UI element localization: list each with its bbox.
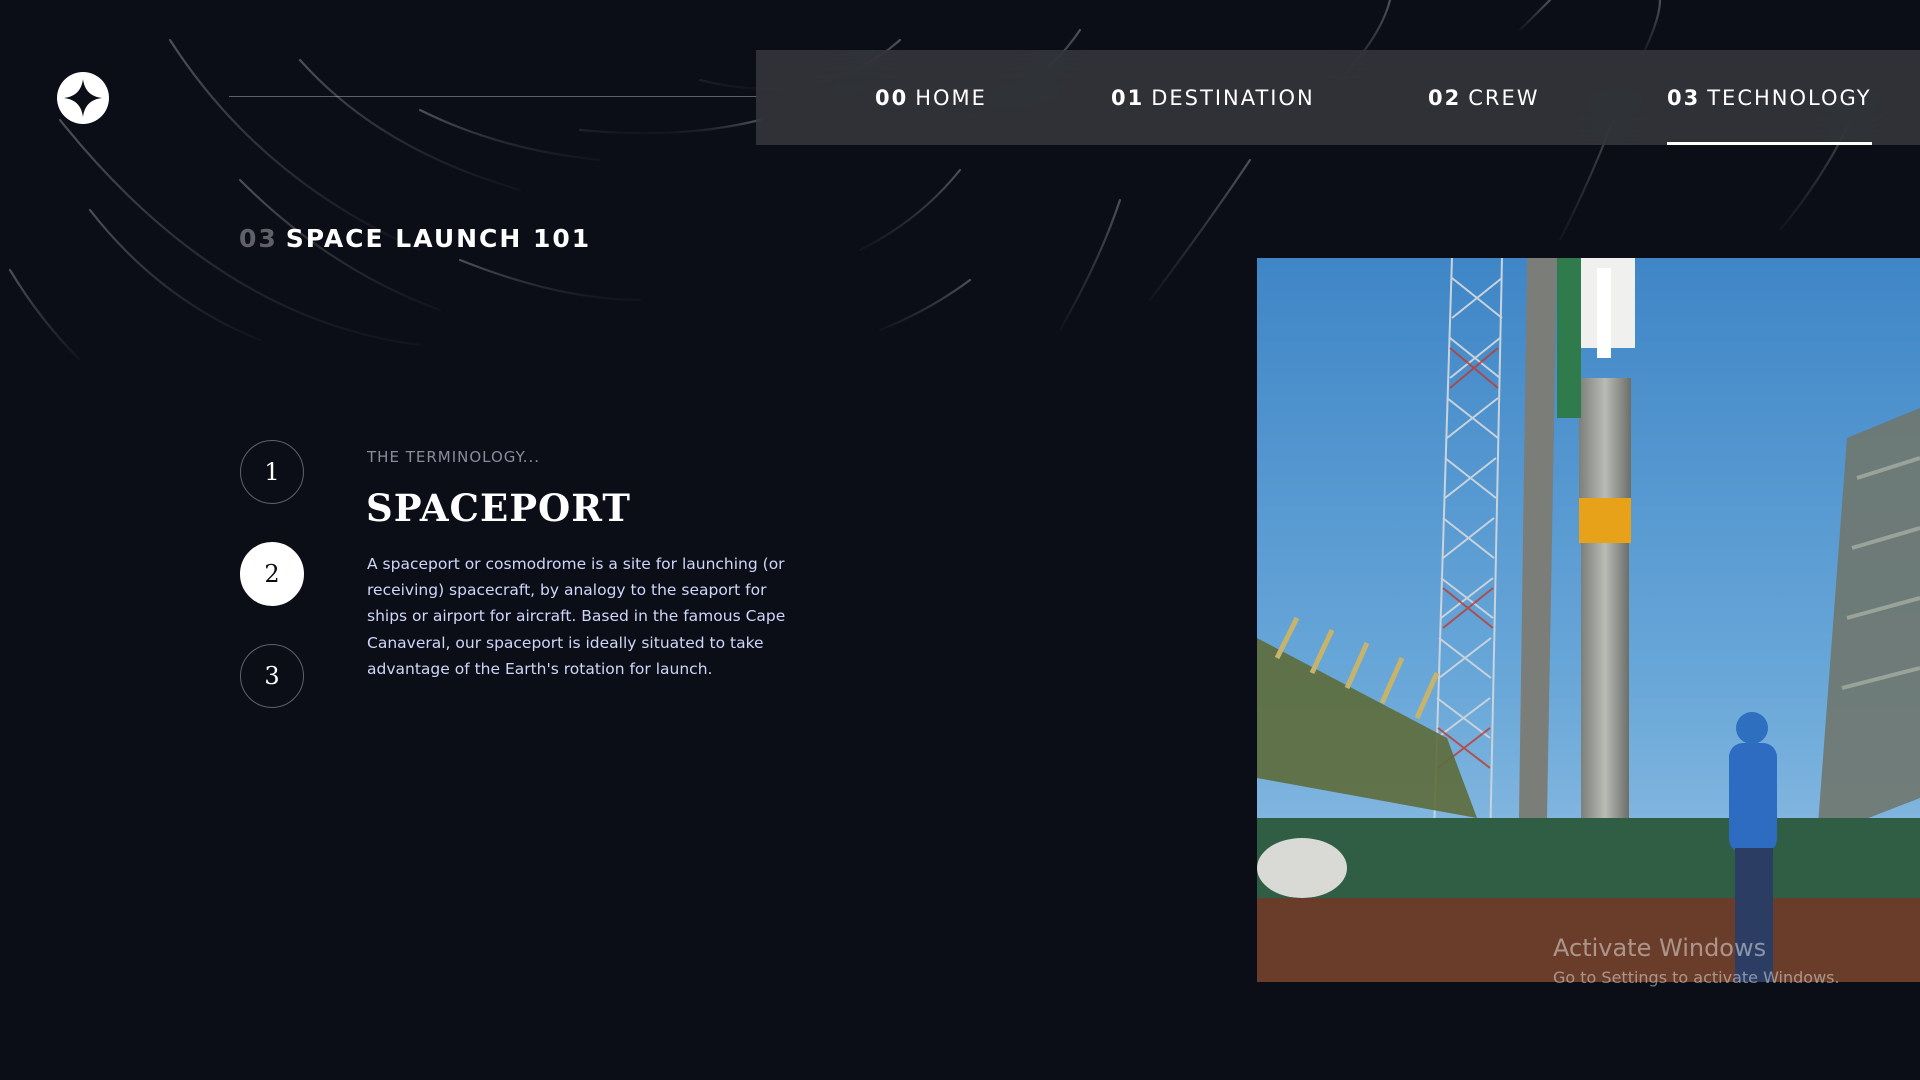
nav-item-number: 00 bbox=[875, 85, 909, 110]
nav-item-label: DESTINATION bbox=[1151, 85, 1315, 110]
nav-item-number: 01 bbox=[1111, 85, 1145, 110]
page-title-label: SPACE LAUNCH 101 bbox=[285, 224, 592, 253]
nav-item-crew[interactable]: 02 CREW bbox=[1428, 50, 1540, 145]
terminology-eyebrow: THE TERMINOLOGY... bbox=[367, 448, 541, 466]
nav-item-number: 02 bbox=[1428, 85, 1462, 110]
windows-activation-watermark: Activate Windows Go to Settings to activ… bbox=[1553, 934, 1840, 987]
nav-item-label: CREW bbox=[1468, 85, 1540, 110]
page-title: 03 SPACE LAUNCH 101 bbox=[239, 224, 591, 253]
nav-item-label: TECHNOLOGY bbox=[1707, 85, 1872, 110]
spaceport-image bbox=[1257, 258, 1920, 982]
nav-item-home[interactable]: 00 HOME bbox=[875, 50, 987, 145]
nav-item-technology[interactable]: 03 TECHNOLOGY bbox=[1667, 50, 1872, 145]
watermark-title: Activate Windows bbox=[1553, 934, 1767, 962]
watermark-subtitle: Go to Settings to activate Windows. bbox=[1553, 968, 1840, 987]
header-divider-line bbox=[229, 96, 757, 97]
nav-item-label: HOME bbox=[915, 85, 987, 110]
nav-item-number: 03 bbox=[1667, 85, 1701, 110]
technology-page: 00 HOME 01 DESTINATION 02 CREW 03 TECHNO… bbox=[0, 0, 1920, 1080]
step-button-1[interactable]: 1 bbox=[240, 440, 304, 504]
logo-icon[interactable] bbox=[57, 72, 109, 124]
step-button-2[interactable]: 2 bbox=[240, 542, 304, 606]
primary-nav: 00 HOME 01 DESTINATION 02 CREW 03 TECHNO… bbox=[756, 50, 1920, 145]
page-title-number: 03 bbox=[239, 224, 278, 253]
rocket-launchpad-illustration bbox=[1257, 258, 1920, 982]
four-point-star-icon bbox=[64, 79, 102, 117]
step-button-3[interactable]: 3 bbox=[240, 644, 304, 708]
nav-item-destination[interactable]: 01 DESTINATION bbox=[1111, 50, 1315, 145]
term-description: A spaceport or cosmodrome is a site for … bbox=[367, 555, 786, 678]
term-title: SPACEPORT bbox=[366, 486, 631, 530]
